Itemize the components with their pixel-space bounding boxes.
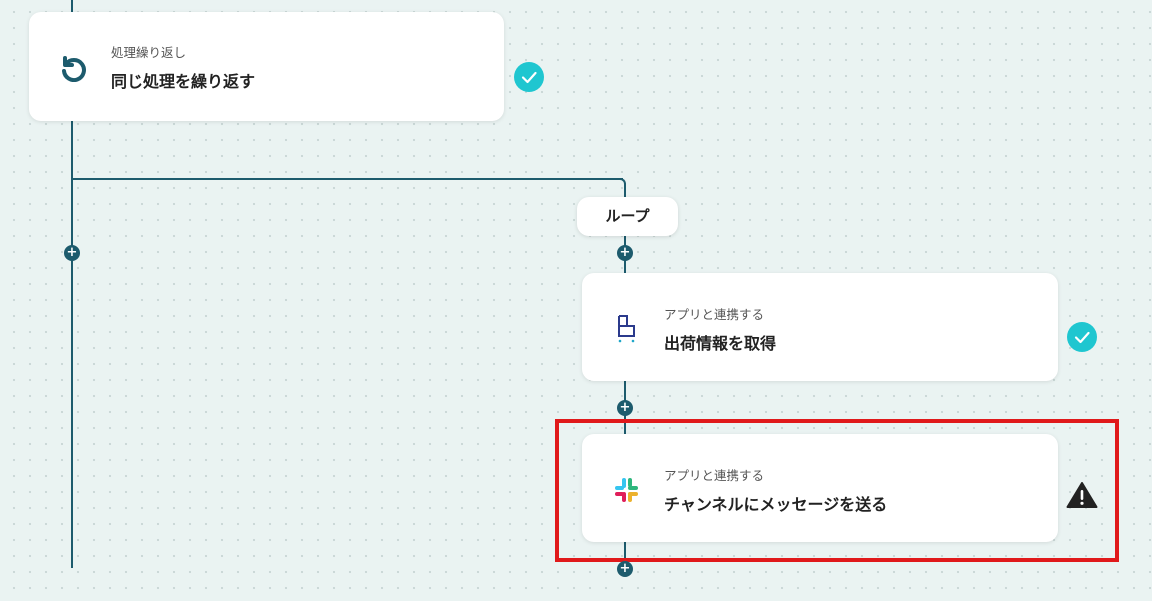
get-shipping-status-check-icon — [1067, 322, 1097, 352]
get-shipping-card-subtitle: アプリと連携する — [664, 307, 765, 322]
highlight-box — [555, 419, 1119, 562]
repeat-status-check-icon — [514, 62, 544, 92]
add-step-button-main[interactable]: + — [64, 245, 80, 261]
get-shipping-card-title: 出荷情報を取得 — [664, 334, 777, 353]
add-step-button-loop-3[interactable]: + — [617, 561, 633, 577]
repeat-icon — [59, 52, 87, 83]
add-step-button-loop-1[interactable]: + — [617, 245, 633, 261]
logistics-app-icon — [615, 313, 637, 343]
add-step-button-loop-2[interactable]: + — [617, 400, 633, 416]
repeat-card-subtitle: 処理繰り返し — [111, 45, 187, 60]
repeat-card-title: 同じ処理を繰り返す — [111, 72, 256, 91]
get-shipping-info-card[interactable]: アプリと連携する 出荷情報を取得 — [582, 273, 1058, 381]
loop-branch-horizontal-line — [71, 178, 623, 180]
loop-label: ループ — [577, 197, 678, 236]
repeat-process-card[interactable]: 処理繰り返し 同じ処理を繰り返す — [29, 12, 504, 121]
